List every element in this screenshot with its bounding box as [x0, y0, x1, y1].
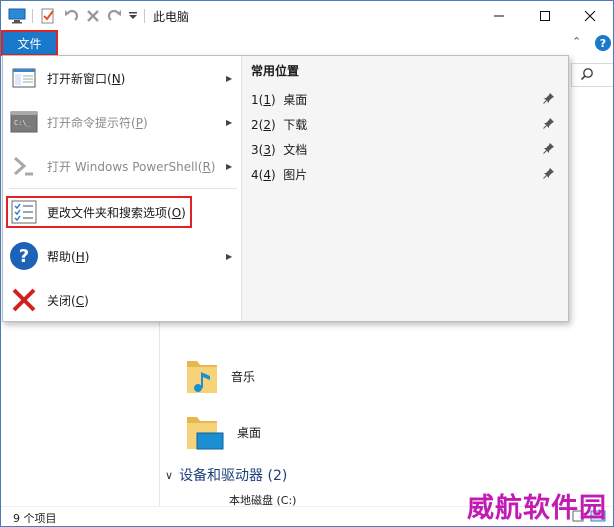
explorer-window: 此电脑 文件 ⌃ ? 音乐 桌面 ∨ 设备和驱动器 (2) 本地磁盘 (C:) …	[0, 0, 614, 527]
frequent-places-title: 常用位置	[251, 64, 300, 78]
menu-item-open-powershell[interactable]: 打开 Windows PowerShell(R) ▶	[3, 144, 241, 188]
undo-icon[interactable]	[62, 7, 80, 25]
frequent-place-item[interactable]: 1(1) 桌面	[251, 87, 563, 111]
chevron-down-icon: ∨	[165, 468, 174, 482]
chevron-up-icon[interactable]: ⌃	[572, 35, 581, 48]
music-folder-icon	[185, 355, 219, 398]
pin-icon[interactable]	[543, 117, 555, 132]
command-prompt-icon: C:\_	[9, 107, 39, 137]
section-title: 设备和驱动器 (2)	[179, 468, 288, 484]
close-icon	[584, 10, 596, 22]
frequent-place-label: 3(3) 文档	[251, 142, 308, 157]
menu-item-label: 帮助(H)	[47, 249, 90, 264]
title-bar: 此电脑	[1, 1, 613, 31]
frequent-place-item[interactable]: 3(3) 文档	[251, 137, 563, 161]
frequent-place-item[interactable]: 2(2) 下载	[251, 112, 563, 136]
menu-item-close[interactable]: 关闭(C)	[3, 278, 241, 322]
menu-separator	[9, 188, 237, 189]
quick-access-separator	[32, 9, 33, 23]
folder-item-desktop[interactable]: 桌面	[185, 410, 261, 454]
maximize-button[interactable]	[522, 1, 568, 31]
submenu-arrow-icon: ▶	[226, 251, 233, 261]
new-window-icon	[9, 63, 39, 93]
folder-label: 桌面	[237, 425, 262, 440]
close-button[interactable]	[567, 1, 613, 31]
minimize-icon	[494, 15, 504, 17]
folder-label: 音乐	[231, 369, 256, 384]
menu-item-label: 关闭(C)	[47, 293, 89, 308]
search-box[interactable]	[571, 63, 613, 87]
folder-item-music[interactable]: 音乐	[185, 354, 255, 398]
title-separator	[144, 9, 145, 23]
submenu-arrow-icon: ▶	[226, 161, 233, 171]
powershell-icon	[9, 151, 39, 181]
menu-item-label: 打开新窗口(N)	[47, 71, 126, 86]
menu-item-highlight	[6, 196, 192, 228]
customize-dropdown-icon[interactable]	[127, 7, 139, 25]
menu-item-help[interactable]: ? 帮助(H) ▶	[3, 234, 241, 278]
menu-item-label: 打开命令提示符(P)	[47, 115, 148, 130]
desktop-folder-icon	[185, 411, 225, 454]
pin-icon[interactable]	[543, 92, 555, 107]
frequent-places-panel: 常用位置 1(1) 桌面 2(2) 下载 3(3) 文档 4(4) 图片	[242, 56, 568, 321]
help-icon: ?	[9, 241, 39, 271]
svg-text:C:\_: C:\_	[14, 119, 32, 127]
window-title: 此电脑	[153, 10, 190, 24]
minimize-button[interactable]	[476, 1, 522, 31]
svg-text:?: ?	[19, 246, 29, 267]
delete-icon[interactable]	[84, 7, 102, 25]
maximize-icon	[540, 11, 550, 21]
close-x-icon	[9, 285, 39, 315]
menu-item-open-command-prompt[interactable]: C:\_ 打开命令提示符(P) ▶	[3, 100, 241, 144]
item-count: 9 个项目	[13, 512, 57, 525]
submenu-arrow-icon: ▶	[226, 117, 233, 127]
frequent-place-item[interactable]: 4(4) 图片	[251, 162, 563, 186]
frequent-place-label: 4(4) 图片	[251, 167, 308, 182]
menu-item-label: 打开 Windows PowerShell(R)	[47, 159, 216, 174]
menu-item-open-new-window[interactable]: 打开新窗口(N) ▶	[3, 56, 241, 100]
submenu-arrow-icon: ▶	[226, 73, 233, 83]
frequent-place-label: 2(2) 下载	[251, 117, 308, 132]
watermark: 威航软件园	[467, 493, 607, 524]
navigation-pane-divider	[159, 321, 160, 509]
help-icon[interactable]: ?	[595, 35, 611, 51]
section-header-devices[interactable]: ∨ 设备和驱动器 (2)	[165, 465, 287, 485]
search-icon	[580, 67, 594, 84]
file-tab-highlight	[1, 30, 58, 56]
redo-icon[interactable]	[106, 7, 124, 25]
pin-icon[interactable]	[543, 142, 555, 157]
ribbon-tab-bar: 文件 ⌃ ?	[1, 30, 613, 56]
frequent-place-label: 1(1) 桌面	[251, 92, 308, 107]
properties-icon[interactable]	[39, 7, 57, 25]
pin-icon[interactable]	[543, 167, 555, 182]
file-menu: 打开新窗口(N) ▶ C:\_ 打开命令提示符(P) ▶ 打开 Windows …	[2, 55, 569, 322]
file-menu-commands: 打开新窗口(N) ▶ C:\_ 打开命令提示符(P) ▶ 打开 Windows …	[3, 56, 241, 321]
computer-icon[interactable]	[7, 7, 27, 25]
